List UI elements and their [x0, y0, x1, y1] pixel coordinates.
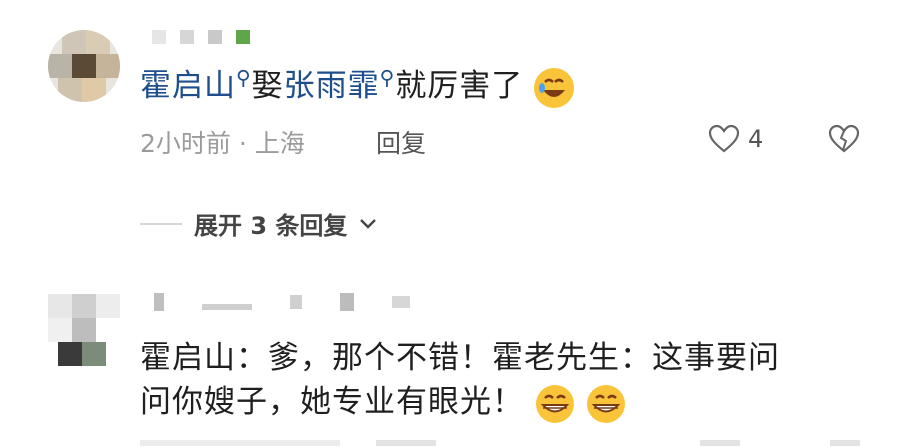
username-blurred[interactable] [152, 30, 250, 44]
cutoff-block [376, 440, 436, 446]
username-block [290, 295, 302, 309]
username-block [180, 30, 194, 44]
grin-emoji [586, 384, 626, 424]
comment-meta: 2小时前 · 上海 [140, 129, 305, 158]
comment-text-line: 霍启山：爹，那个不错！霍老先生：这事要问 [140, 340, 780, 376]
comment-text-line: 问你嫂子，她专业有眼光！ [140, 376, 626, 424]
search-icon: ⚲ [379, 65, 396, 90]
avatar[interactable] [48, 294, 120, 366]
grin-emoji [586, 384, 625, 423]
heart-icon [708, 124, 740, 153]
cutoff-block [700, 440, 740, 446]
reply-button[interactable]: 回复 [376, 124, 426, 160]
like-button[interactable]: 4 [708, 124, 763, 154]
like-count: 4 [748, 125, 764, 153]
cutoff-meta-row [140, 436, 860, 448]
mention-link[interactable]: 霍启山⚲ [140, 65, 252, 104]
username-block [154, 293, 164, 311]
search-icon: ⚲ [236, 65, 252, 90]
avatar[interactable] [48, 30, 120, 102]
rofl-emoji [534, 67, 575, 108]
username-block [340, 293, 354, 311]
username-blurred[interactable] [154, 293, 410, 311]
cutoff-block [140, 440, 340, 446]
mention-link[interactable]: 张雨霏⚲ [284, 65, 396, 104]
username-block [202, 304, 252, 310]
expand-replies-label: 展开 3 条回复 [194, 212, 348, 240]
rofl-emoji [535, 68, 574, 107]
username-block [208, 30, 222, 44]
divider-line [140, 222, 182, 225]
broken-heart-icon [828, 124, 860, 153]
grin-emoji [535, 384, 575, 424]
username-block [152, 30, 166, 44]
comment-text: 霍启山⚲娶张雨霏⚲就厉害了 [140, 60, 575, 108]
chevron-down-icon [360, 218, 377, 229]
cutoff-block [830, 440, 860, 446]
expand-replies-button[interactable]: 展开 3 条回复 [140, 206, 377, 241]
username-block [236, 30, 250, 44]
username-block [392, 296, 410, 308]
grin-emoji [535, 384, 574, 423]
dislike-button[interactable] [828, 124, 860, 158]
